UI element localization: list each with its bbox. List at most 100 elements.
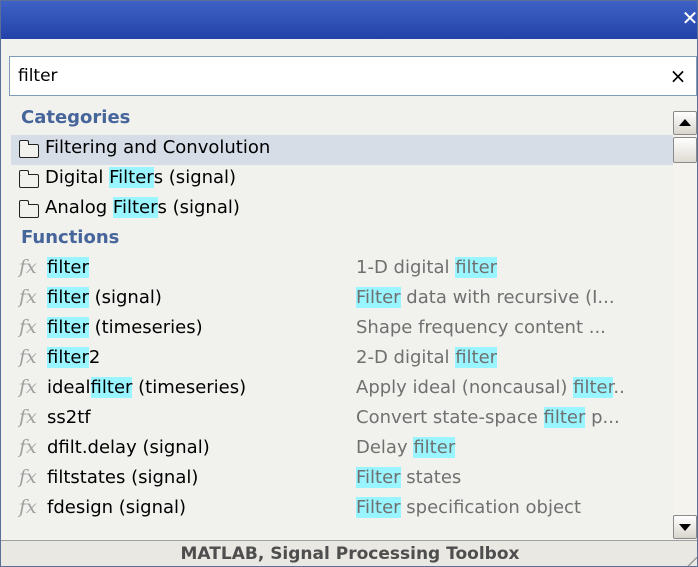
function-name-text: ss2tf (47, 407, 91, 428)
function-name: filter2 (47, 347, 100, 368)
scroll-down-arrow-icon[interactable] (673, 515, 697, 539)
function-fx-icon: fx (19, 316, 37, 338)
function-description: Filter specification object (356, 497, 673, 518)
function-name-text: filtstates (signal) (47, 467, 199, 488)
function-fx-icon: fx (19, 496, 37, 518)
function-description: 1-D digital filter (356, 257, 673, 278)
function-description: 2-D digital filter (356, 347, 673, 368)
function-row[interactable]: fx filter (timeseries) Shape frequency con… (11, 315, 673, 345)
category-label-text: s (signal) (153, 167, 237, 188)
function-description-match: Filter (356, 287, 401, 308)
function-name-match: filter (47, 347, 89, 368)
functions-header: Functions (21, 227, 120, 248)
function-row[interactable]: fx filter 1-D digital filter (11, 255, 673, 285)
function-description-match: filter (543, 407, 586, 428)
function-name: filter (signal) (47, 287, 162, 308)
function-description-text: specification object (400, 497, 582, 518)
function-description: Delay filter (356, 437, 673, 458)
function-description-text: Delay (356, 437, 414, 458)
folder-icon (18, 200, 39, 218)
function-row[interactable]: fx dfilt.delay (signal) Delay filter (11, 435, 673, 465)
function-row[interactable]: fx ss2tf Convert state-space filter p... (11, 405, 673, 435)
function-fx-icon: fx (19, 346, 37, 368)
function-name: filter (timeseries) (47, 317, 203, 338)
function-description-text: Convert state-space (356, 407, 544, 428)
function-description-match: filter (455, 347, 498, 368)
function-description: Shape frequency content ... (356, 317, 673, 338)
category-row[interactable]: Digital Filters (signal) (11, 165, 673, 195)
resize-grip-icon[interactable] (687, 557, 697, 566)
function-fx-icon: fx (19, 406, 37, 428)
function-description-text: data with recursive (I... (400, 287, 615, 308)
folder-icon (18, 140, 39, 158)
function-name: idealfilter (timeseries) (47, 377, 246, 398)
function-description-match: filter (455, 257, 498, 278)
function-name-text: ideal (47, 377, 91, 398)
category-label: Analog Filters (signal) (45, 197, 240, 218)
function-description-match: Filter (356, 467, 401, 488)
function-name-match: filter (47, 287, 89, 308)
category-label-text: Digital (45, 167, 110, 188)
status-text: MATLAB, Signal Processing Toolbox (180, 544, 520, 564)
function-description-text: 1-D digital (356, 257, 456, 278)
function-row[interactable]: fx filter (signal) Filter data with recurs… (11, 285, 673, 315)
function-description: Filter data with recursive (I... (356, 287, 673, 308)
function-name-match: filter (47, 317, 89, 338)
category-label-match: Filter (112, 197, 158, 218)
category-label-text: Filtering and Convolution (45, 137, 271, 158)
function-description-text: .. (613, 377, 625, 398)
function-fx-icon: fx (19, 286, 37, 308)
scroll-thumb[interactable] (673, 137, 697, 163)
category-row[interactable]: Analog Filters (signal) (11, 195, 673, 225)
function-name: filter (47, 257, 89, 278)
function-name: fdesign (signal) (47, 497, 186, 518)
clear-search-button[interactable]: × (666, 63, 690, 89)
function-description-text: p... (585, 407, 620, 428)
function-name-match: filter (90, 377, 133, 398)
function-fx-icon: fx (19, 376, 37, 398)
function-name-text: (timeseries) (132, 377, 247, 398)
function-description-match: filter (573, 377, 614, 398)
category-label-match: Filter (109, 167, 154, 188)
function-name: dfilt.delay (signal) (47, 437, 210, 458)
category-label: Filtering and Convolution (45, 137, 270, 158)
function-fx-icon: fx (19, 436, 37, 458)
function-name-text: fdesign (signal) (47, 497, 187, 518)
vertical-scrollbar[interactable] (673, 111, 697, 539)
function-browser-window: ✕ × Categories Filtering and Convolution D… (0, 0, 698, 567)
function-row[interactable]: fx filtstates (signal) Filter states (11, 465, 673, 495)
function-fx-icon: fx (19, 466, 37, 488)
function-row[interactable]: fx idealfilter (timeseries) Apply ideal (n… (11, 375, 673, 405)
scroll-up-arrow-icon[interactable] (673, 111, 697, 135)
function-name-text: dfilt.delay (signal) (47, 437, 210, 458)
function-description-text: Shape frequency content ... (356, 317, 606, 338)
folder-icon (18, 170, 39, 188)
function-row[interactable]: fx fdesign (signal) Filter specification o… (11, 495, 673, 525)
categories-header: Categories (21, 107, 131, 128)
function-name-text: 2 (88, 347, 101, 368)
title-bar[interactable]: ✕ (1, 1, 697, 39)
function-name: filtstates (signal) (47, 467, 198, 488)
function-name-match: filter (47, 257, 89, 278)
close-button[interactable]: ✕ (679, 5, 697, 31)
status-bar: MATLAB, Signal Processing Toolbox (1, 540, 697, 566)
function-description-match: filter (413, 437, 456, 458)
function-description: Apply ideal (noncausal) filter.. (356, 377, 673, 398)
category-label-text: Analog (45, 197, 113, 218)
category-label: Digital Filters (signal) (45, 167, 236, 188)
function-row[interactable]: fx filter2 2-D digital filter (11, 345, 673, 375)
function-name-text: (signal) (88, 287, 162, 308)
function-fx-icon: fx (19, 256, 37, 278)
category-label-text: s (signal) (157, 197, 240, 218)
function-description-match: Filter (356, 497, 401, 518)
function-description-text: Apply ideal (noncausal) (356, 377, 574, 398)
search-input[interactable] (18, 57, 658, 95)
function-description: Convert state-space filter p... (356, 407, 673, 428)
category-row[interactable]: Filtering and Convolution (11, 135, 673, 165)
function-name-text: (timeseries) (88, 317, 203, 338)
function-description-text: 2-D digital (356, 347, 456, 368)
search-box: × (9, 56, 697, 96)
function-name: ss2tf (47, 407, 91, 428)
results-list: Categories Filtering and Convolution Digit… (11, 105, 673, 539)
function-description-text: states (400, 467, 462, 488)
